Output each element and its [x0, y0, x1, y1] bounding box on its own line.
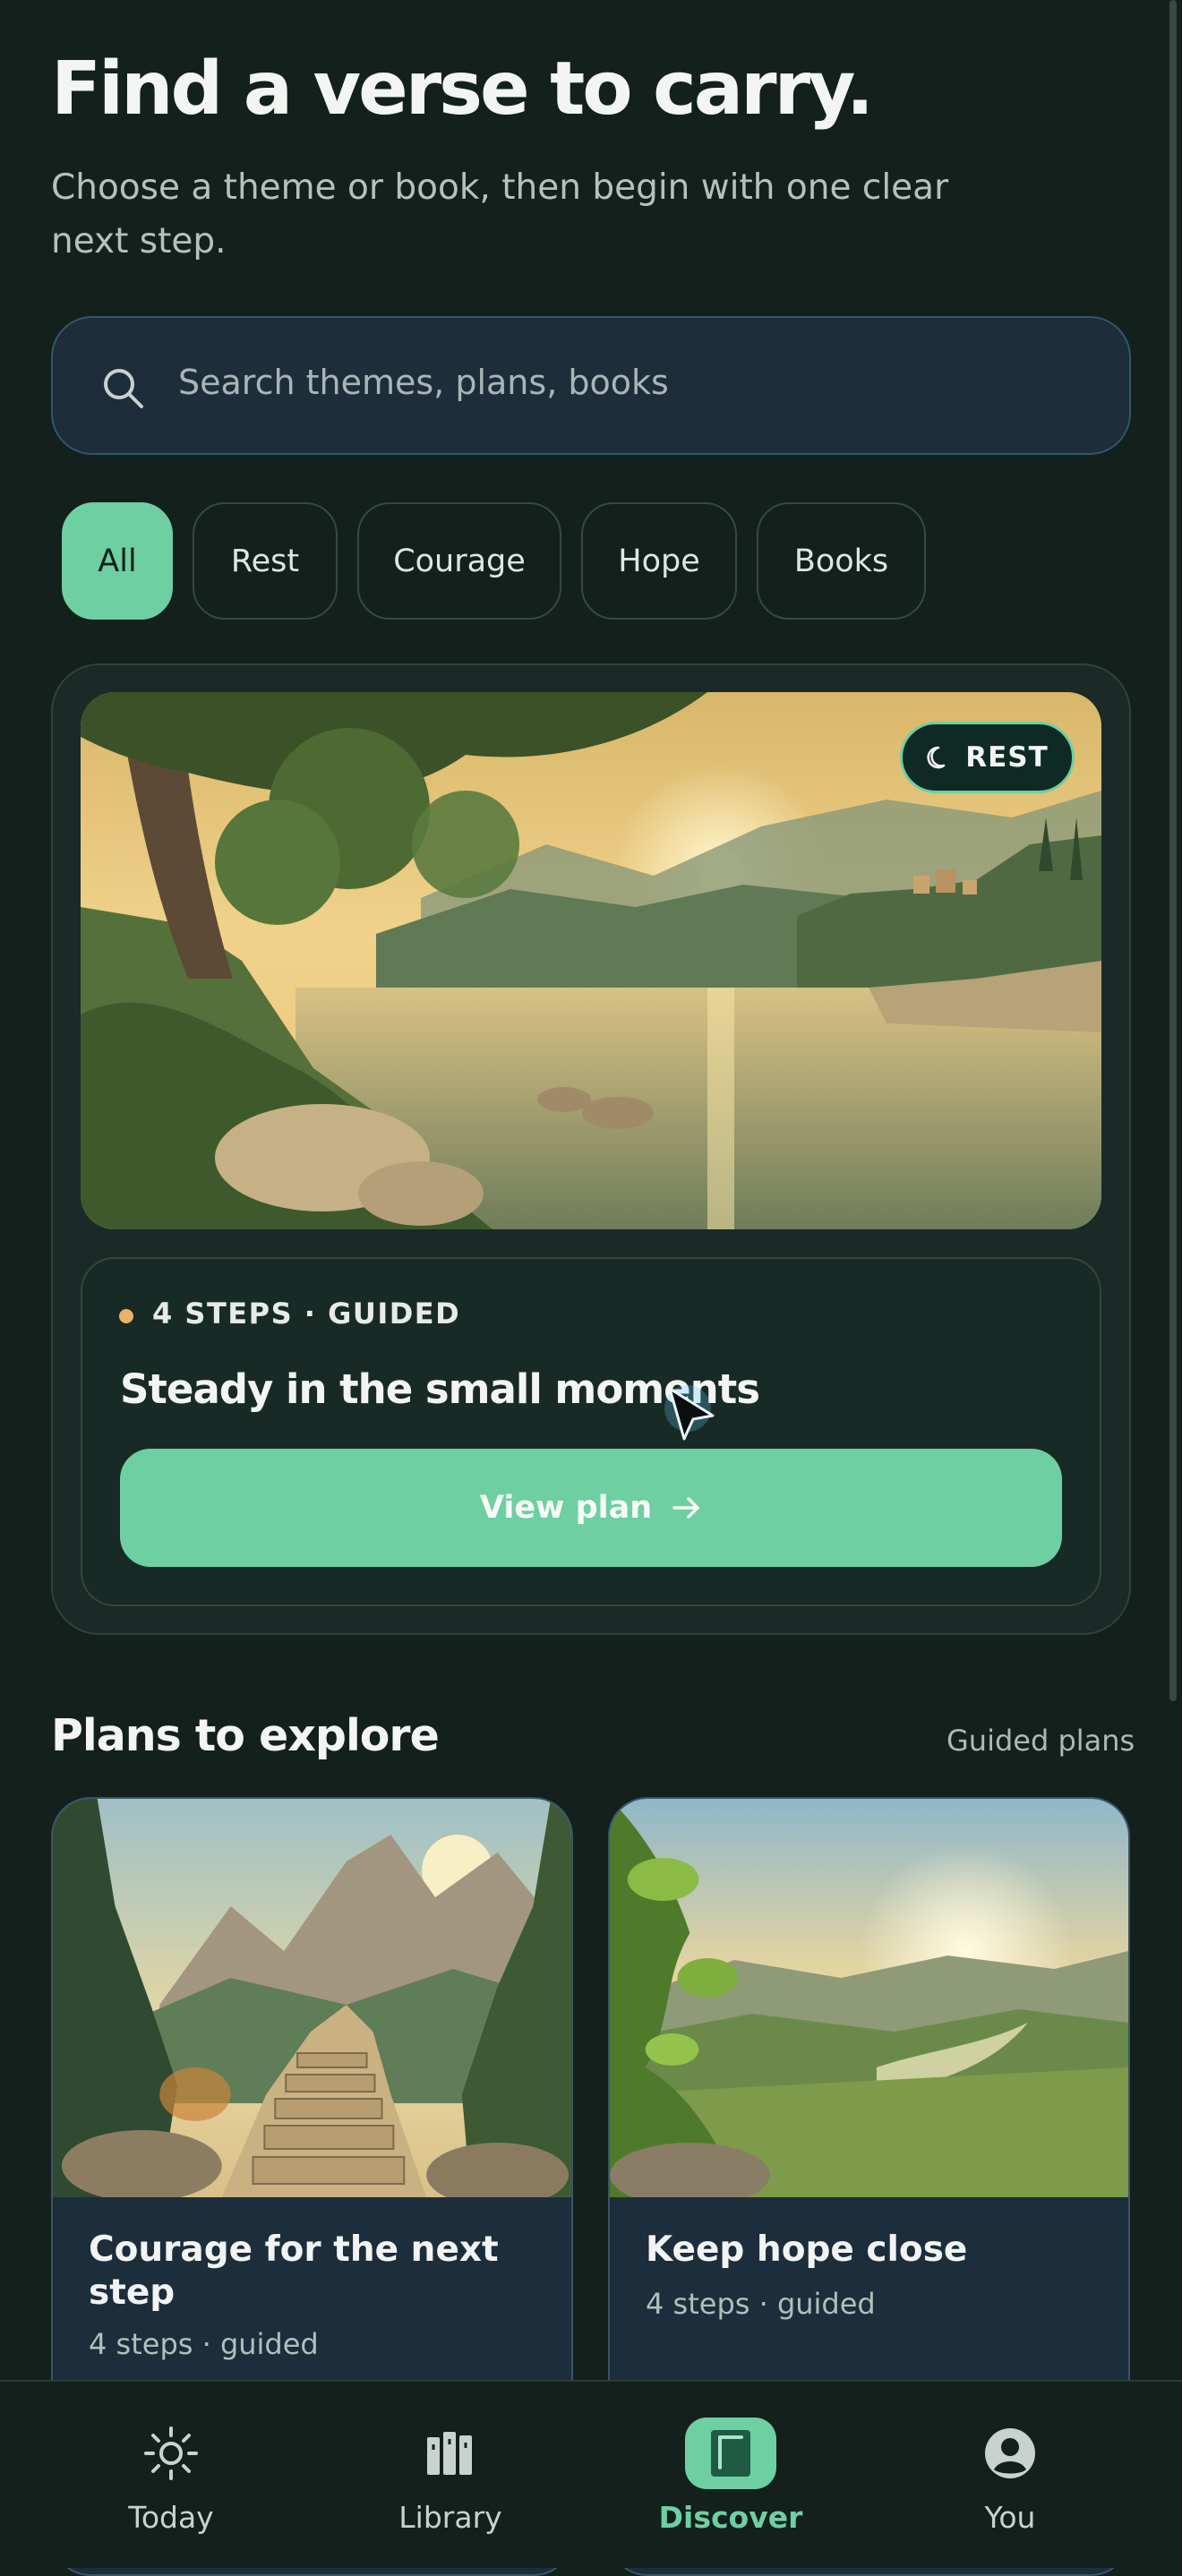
- person-icon: [985, 2428, 1035, 2478]
- status-dot: [119, 1309, 133, 1323]
- nav-label: Library: [398, 2500, 502, 2535]
- book-icon: [711, 2430, 750, 2477]
- view-plan-label: View plan: [479, 1490, 653, 1526]
- filter-chip-label: Hope: [618, 543, 700, 579]
- filter-chip-books[interactable]: Books: [757, 502, 926, 620]
- mouse-cursor-icon: [664, 1385, 715, 1441]
- section-heading: Plans to explore: [51, 1710, 440, 1761]
- filter-chip-label: Courage: [393, 543, 526, 579]
- rest-badge: REST: [900, 722, 1075, 793]
- nav-item-discover[interactable]: Discover: [623, 2418, 838, 2552]
- view-plan-button[interactable]: View plan: [120, 1449, 1062, 1567]
- filter-chip-all[interactable]: All: [62, 502, 173, 620]
- nav-item-library[interactable]: Library: [343, 2418, 558, 2552]
- search-placeholder: Search themes, plans, books: [178, 363, 669, 402]
- filter-chip-label: Books: [793, 543, 889, 579]
- search-input[interactable]: Search themes, plans, books: [51, 316, 1131, 455]
- plan-title: Courage for the next step: [89, 2229, 499, 2313]
- nav-label: Discover: [658, 2500, 803, 2535]
- nav-item-you[interactable]: You: [903, 2418, 1118, 2552]
- guided-plans-link[interactable]: Guided plans: [946, 1724, 1135, 1758]
- nav-label: You: [984, 2500, 1036, 2535]
- plan-meta: 4 steps · guided: [89, 2327, 319, 2361]
- featured-plan-meta: 4 STEPS · GUIDED: [152, 1297, 461, 1331]
- arrow-right-icon: [672, 1497, 699, 1519]
- books-icon: [427, 2432, 472, 2475]
- plan-title: Keep hope close: [646, 2229, 968, 2270]
- filter-chip-rest[interactable]: Rest: [193, 502, 338, 620]
- filter-chip-label: All: [98, 543, 137, 579]
- sun-icon: [144, 2426, 198, 2480]
- filter-chip-hope[interactable]: Hope: [581, 502, 737, 620]
- plan-image: [610, 1799, 1128, 2197]
- plan-image: [53, 1799, 571, 2197]
- plan-meta: 4 steps · guided: [646, 2287, 876, 2321]
- rest-badge-label: REST: [965, 741, 1049, 774]
- page-title: Find a verse to carry.: [51, 47, 874, 132]
- page-subtitle: Choose a theme or book, then begin with …: [51, 167, 949, 261]
- scrollbar[interactable]: [1169, 0, 1177, 1701]
- search-icon: [104, 369, 143, 408]
- nav-label: Today: [128, 2500, 214, 2535]
- filter-chip-courage[interactable]: Courage: [357, 502, 561, 620]
- moon-icon: [927, 746, 946, 769]
- nav-item-today[interactable]: Today: [64, 2418, 278, 2552]
- filter-chip-label: Rest: [230, 543, 300, 579]
